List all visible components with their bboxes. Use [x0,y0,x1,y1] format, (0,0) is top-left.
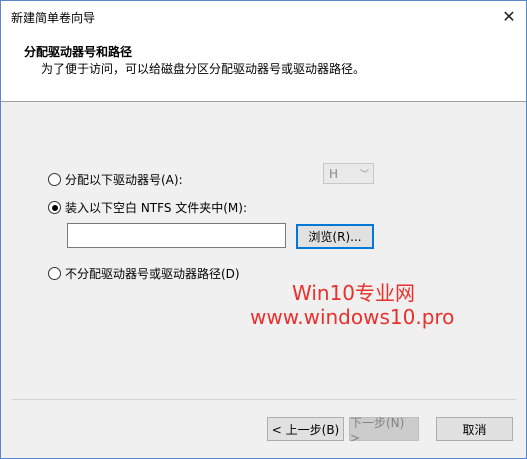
wizard-window: 新建简单卷向导 ✕ 分配驱动器号和路径 为了便于访问，可以给磁盘分区分配驱动器号… [0,0,527,459]
mount-folder-option[interactable]: 装入以下空白 NTFS 文件夹中(M): [48,199,247,216]
page-title: 分配驱动器号和路径 [24,45,133,59]
drive-letter-select[interactable]: H ﹀ [323,163,374,184]
cancel-button[interactable]: 取消 [436,417,513,441]
wizard-header: 分配驱动器号和路径 为了便于访问，可以给磁盘分区分配驱动器号或驱动器路径。 [1,31,526,102]
assign-letter-label: 分配以下驱动器号(A): [65,173,183,187]
folder-path-input[interactable] [67,223,286,248]
mount-folder-label: 装入以下空白 NTFS 文件夹中(M): [65,201,248,215]
no-assign-option[interactable]: 不分配驱动器号或驱动器路径(D) [48,265,240,282]
next-button[interactable]: 下一步(N) > [349,416,419,445]
assign-letter-option[interactable]: 分配以下驱动器号(A): [48,171,183,188]
assign-letter-radio[interactable] [48,173,61,186]
no-assign-radio[interactable] [48,267,61,280]
window-title: 新建简单卷向导 [11,11,96,25]
chevron-down-icon: ﹀ [359,170,369,180]
browse-button[interactable]: 浏览(R)... [296,224,374,249]
title-bar: 新建简单卷向导 ✕ [1,1,526,31]
footer-divider [11,399,516,400]
no-assign-label: 不分配驱动器号或驱动器路径(D) [65,267,240,281]
close-icon[interactable]: ✕ [492,1,526,31]
back-button[interactable]: < 上一步(B) [267,417,344,441]
drive-letter-value: H [329,167,339,181]
watermark-line2: www.windows10.pro [250,305,455,329]
watermark-line1: Win10专业网 [292,281,416,305]
page-subtitle: 为了便于访问，可以给磁盘分区分配驱动器号或驱动器路径。 [41,62,366,76]
mount-folder-radio[interactable] [48,201,61,214]
